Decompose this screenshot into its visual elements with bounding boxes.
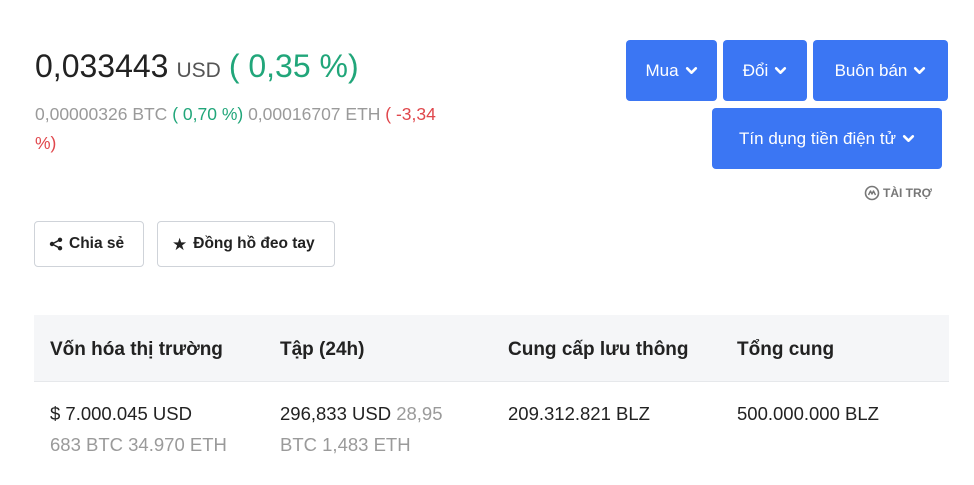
sponsored-label[interactable]: TÀI TRỢ [864,185,932,201]
chevron-down-icon [685,67,697,74]
market-cap-usd: $ 7.000.045 USD [50,403,192,424]
header-volume: Tập (24h) [280,339,365,360]
total-supply-cell: 500.000.000 BLZ [737,398,947,429]
exchange-button[interactable]: Đổi [723,40,807,101]
price-header: 0,033443 USD ( 0,35 %) [35,48,359,85]
sponsored-text: TÀI TRỢ [883,186,932,200]
chevron-down-icon [775,67,787,74]
exchange-label: Đổi [742,60,769,80]
price-main: 0,033443 USD ( 0,35 %) [35,48,359,85]
price-unit: USD [176,59,221,82]
header-total-supply: Tổng cung [737,339,835,360]
market-cap-cell: $ 7.000.045 USD 683 BTC 34.970 ETH [50,398,260,460]
buy-button[interactable]: Mua [626,40,717,101]
watchlist-button[interactable]: ★ Đồng hồ đeo tay [157,221,335,267]
share-label: Chia sẻ [69,235,125,252]
chevron-down-icon [902,135,915,142]
price-value: 0,033443 [35,48,169,84]
market-cap-alt: 683 BTC 34.970 ETH [50,434,227,455]
share-button[interactable]: Chia sẻ [34,221,144,267]
circulating-supply-cell: 209.312.821 BLZ [508,398,718,429]
trade-button[interactable]: Buôn bán [813,40,948,101]
volume-cell: 296,833 USD 28,95 BTC 1,483 ETH [280,398,480,460]
buy-label: Mua [645,60,679,80]
header-market-cap: Vốn hóa thị trường [50,339,223,360]
stats-table-header: Vốn hóa thị trường Tập (24h) Cung cấp lư… [34,315,949,382]
sponsor-logo-icon [864,185,880,201]
trade-label: Buôn bán [834,60,908,80]
btc-value: 0,00000326 BTC [35,104,168,124]
total-supply-value: 500.000.000 BLZ [737,403,879,424]
watchlist-label: Đồng hồ đeo tay [193,235,315,252]
chevron-down-icon [914,67,926,74]
eth-value: 0,00016707 ETH [248,104,381,124]
header-circulating-supply: Cung cấp lưu thông [508,339,689,360]
btc-change: ( 0,70 %) [172,104,244,124]
crypto-credit-button[interactable]: Tín dụng tiền điện tử [712,108,942,169]
price-conversions: 0,00000326 BTC ( 0,70 %) 0,00016707 ETH … [35,100,460,158]
star-icon: ★ [172,234,188,254]
volume-usd: 296,833 USD [280,403,392,424]
crypto-credit-label: Tín dụng tiền điện tử [739,128,896,148]
price-change: ( 0,35 %) [228,48,359,84]
circulating-supply-value: 209.312.821 BLZ [508,403,650,424]
share-icon [49,237,63,251]
